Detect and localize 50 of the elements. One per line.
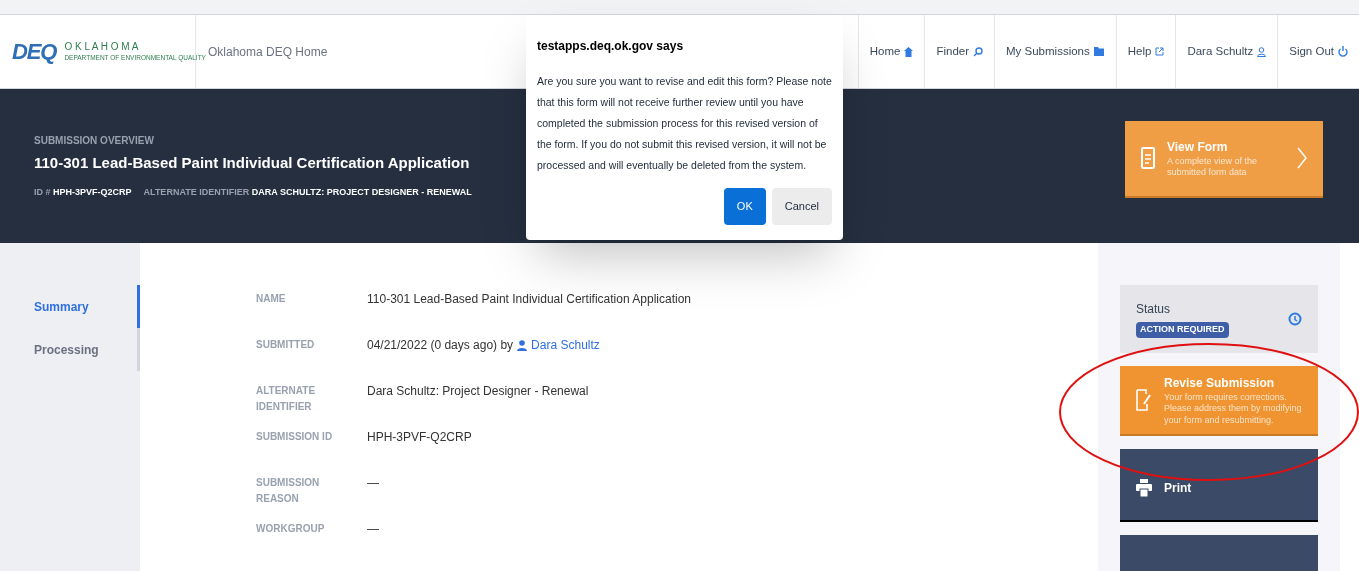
dialog-message: Are you sure you want to revise and edit this form? Please note that this form will not receive further review until you have completed the submission process for this revised version of the form. If you do not submit this revised version, it will not be processed and will eventually be deleted from the system. bbox=[537, 74, 832, 173]
field-label: SUBMISSION ID bbox=[256, 430, 334, 444]
nav-link[interactable]: Sign Out bbox=[1277, 15, 1359, 88]
sidebar-tab[interactable]: Processing bbox=[0, 328, 140, 371]
field-value: 110-301 Lead-Based Paint Individual Certification Application bbox=[367, 291, 691, 307]
folder-icon bbox=[1093, 47, 1105, 56]
sidebar-tab[interactable]: Summary bbox=[0, 285, 140, 328]
nav-link[interactable]: My Submissions bbox=[994, 15, 1116, 88]
field-value: 04/21/2022 (0 days ago) by bbox=[367, 337, 514, 353]
status-badge: ACTION REQUIRED bbox=[1136, 322, 1229, 338]
id-value: HPH-3PVF-Q2CRP bbox=[53, 187, 132, 197]
home-icon bbox=[904, 46, 914, 57]
external-link-icon bbox=[1155, 47, 1165, 56]
power-icon bbox=[1338, 46, 1348, 57]
dialog-button[interactable]: OK bbox=[723, 188, 766, 225]
field-value: HPH-3PVF-Q2CRP bbox=[367, 429, 472, 445]
page-title: 110-301 Lead-Based Paint Individual Certification Application bbox=[34, 152, 470, 173]
alternate-id-label: ALTERNATE IDENTIFIER bbox=[143, 187, 250, 197]
user-link[interactable]: Dara Schultz bbox=[517, 337, 600, 353]
field-label: ALTERNATE IDENTIFIER bbox=[256, 384, 317, 414]
eyebrow-text: SUBMISSION OVERVIEW bbox=[34, 133, 154, 148]
field-label: NAME bbox=[256, 292, 287, 306]
dialog-button[interactable]: Cancel bbox=[771, 188, 832, 225]
search-icon bbox=[973, 46, 984, 57]
alternate-id-value: DARA SCHULTZ: PROJECT DESIGNER - RENEWAL bbox=[251, 187, 472, 197]
print-button[interactable]: Print bbox=[1120, 448, 1318, 522]
nav-link[interactable]: Help bbox=[1115, 15, 1176, 88]
status-label: Status bbox=[1136, 301, 1172, 319]
logo-state-text: O K L A H O M A bbox=[64, 41, 140, 54]
user-icon bbox=[517, 339, 528, 351]
nav-link[interactable]: Finder bbox=[924, 15, 995, 88]
chevron-right-icon bbox=[1297, 147, 1307, 169]
field-label: SUBMITTED bbox=[256, 338, 316, 352]
history-icon[interactable] bbox=[1288, 312, 1302, 326]
form-icon bbox=[1141, 147, 1155, 169]
field-label: WORKGROUP bbox=[256, 522, 326, 536]
edit-document-icon bbox=[1136, 388, 1152, 411]
nav-link[interactable]: Home bbox=[857, 15, 925, 88]
field-value: — bbox=[367, 475, 379, 491]
logo-mark: DEQ bbox=[12, 38, 57, 66]
home-link[interactable]: Oklahoma DEQ Home bbox=[208, 42, 328, 61]
printer-icon bbox=[1136, 478, 1152, 497]
action-button[interactable] bbox=[1120, 534, 1318, 571]
dialog-title: testapps.deq.ok.gov says bbox=[537, 38, 685, 55]
field-value: Dara Schultz: Project Designer - Renewal bbox=[367, 383, 589, 399]
nav-link[interactable]: Dara Schultz bbox=[1175, 15, 1278, 88]
field-value: — bbox=[367, 521, 379, 537]
id-label: ID # bbox=[34, 187, 51, 197]
user-icon bbox=[1257, 46, 1267, 57]
field-label: SUBMISSION REASON bbox=[256, 476, 321, 506]
